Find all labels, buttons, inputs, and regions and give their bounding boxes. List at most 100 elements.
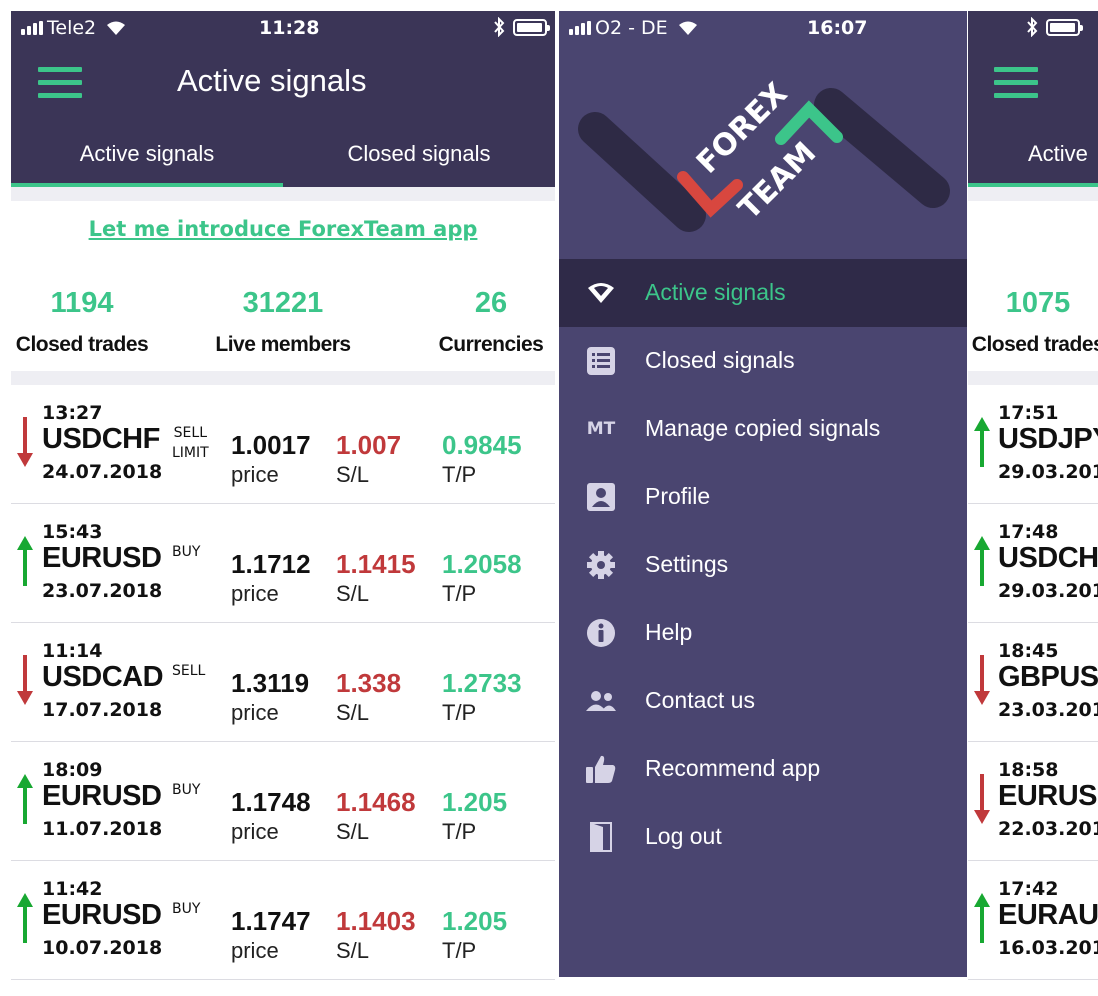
stop-loss-caption: S/L [336, 938, 370, 963]
arrow-up-icon [974, 536, 990, 586]
signal-time: 11:42 [42, 878, 103, 900]
take-profit-value: 1.205 [442, 787, 508, 817]
signal-row[interactable]: 17:48USDCHF 29.03.2018 [968, 504, 1098, 623]
arrow-down-icon [17, 655, 33, 705]
wifi-icon [107, 21, 126, 35]
signal-row[interactable]: 18:45GBPUSD 23.03.2018 [968, 623, 1098, 742]
status-right [1026, 17, 1083, 37]
currency-pair: USDCAD [42, 661, 164, 693]
order-type-line1: SELL [173, 425, 208, 441]
signal-row[interactable]: 17:42EURAUD 16.03.2018 [968, 861, 1098, 980]
menu-item-help[interactable]: Help [559, 599, 967, 667]
stop-loss-value: 1.007 [336, 430, 402, 460]
tab-active-signals[interactable]: Active [968, 119, 1098, 187]
take-profit-caption: T/P [442, 819, 477, 844]
stat-closed-trades: 1075 Closed trades [968, 287, 1098, 357]
stat-value: 31221 [242, 287, 324, 319]
signal-date: 16.03.2018 [998, 937, 1098, 959]
order-type-line1: SELL [172, 663, 206, 679]
tab-active-signals[interactable]: Active signals [11, 119, 283, 187]
signal-row[interactable]: 11:14 USDCAD 17.07.2018 SELL 1.3119 price 1.33… [11, 623, 555, 742]
stop-loss-caption: S/L [336, 700, 370, 725]
logo-graphic: FOREX TEAM [578, 76, 950, 232]
stop-loss-caption: S/L [336, 819, 370, 844]
arrow-up-icon [974, 893, 990, 943]
arrow-up-icon [17, 536, 33, 586]
price-value: 1.0017 [231, 430, 311, 460]
currency-pair: EURUSD [998, 780, 1098, 812]
take-profit-caption: T/P [442, 581, 477, 606]
price-value: 1.1747 [231, 906, 311, 936]
divider [11, 371, 555, 385]
stat-closed-trades: 1194 Closed trades [11, 287, 153, 357]
price-caption: price [231, 938, 279, 963]
order-type: SELL LIMIT [172, 423, 209, 463]
price-caption: price [231, 462, 279, 487]
menu-item-label: Profile [645, 483, 711, 509]
signal-time: 17:42 [998, 878, 1059, 900]
menu-item-recommend-app[interactable]: Recommend app [559, 735, 967, 803]
order-type-line2: LIMIT [172, 445, 209, 461]
signal-date: 17.07.2018 [42, 699, 163, 721]
take-profit-value: 1.2733 [442, 668, 522, 698]
stat-value: 1194 [50, 287, 114, 319]
arrow-up-icon [17, 893, 33, 943]
menu-item-active-signals[interactable]: Active signals [559, 259, 967, 327]
signal-row[interactable]: 18:09 EURUSD 11.07.2018 BUY 1.1748 price 1.146… [11, 742, 555, 861]
signal-row[interactable]: 17:51USDJPY 29.03.2018 [968, 385, 1098, 504]
list-icon [581, 345, 621, 377]
arrow-up-icon [17, 774, 33, 824]
menu-item-label: Log out [645, 823, 722, 849]
menu-item-label: Manage copied signals [645, 415, 881, 441]
battery-icon [1046, 18, 1083, 36]
order-type-line1: BUY [172, 544, 201, 560]
currency-pair: USDCHF [998, 542, 1098, 574]
intro-link[interactable]: Let me introduce ForexTeam app [11, 217, 555, 241]
menu-item-contact-us[interactable]: Contact us [559, 667, 967, 735]
menu-item-profile[interactable]: Profile [559, 463, 967, 531]
signal-row[interactable]: 13:27 USDCHF 24.07.2018 SELL LIMIT 1.0017 pric… [11, 385, 555, 504]
take-profit-value: 1.205 [442, 906, 508, 936]
active-signals-screen: Tele2 11:28 Active signals Active signal… [11, 11, 555, 996]
signal-row[interactable]: 15:43 EURUSD 23.07.2018 BUY 1.1712 price 1.141… [11, 504, 555, 623]
menu-item-label: Recommend app [645, 755, 821, 781]
battery-icon [513, 18, 550, 36]
signal-strength-icon [569, 21, 591, 35]
menu-item-closed-signals[interactable]: Closed signals [559, 327, 967, 395]
menu-item-settings[interactable]: Settings [559, 531, 967, 599]
wifi-icon [678, 21, 697, 35]
bluetooth-icon [494, 17, 505, 37]
stat-label: Currencies [438, 333, 544, 356]
stat-label: Closed trades [971, 333, 1098, 356]
order-type: BUY [172, 780, 200, 800]
signal-time: 18:58 [998, 759, 1059, 781]
status-bar: O2 - DE 16:07 [559, 11, 967, 45]
signal-strength-icon [21, 21, 43, 35]
signal-time: 13:27 [42, 402, 103, 424]
stop-loss-value: 1.338 [336, 668, 402, 698]
order-type: SELL [172, 661, 205, 681]
signal-date: 24.07.2018 [42, 461, 163, 483]
arrow-up-icon [974, 417, 990, 467]
stat-value: 26 [474, 287, 508, 319]
door-icon [581, 821, 621, 853]
signal-row[interactable]: 11:42 EURUSD 10.07.2018 BUY 1.1747 price 1.140… [11, 861, 555, 980]
status-bar [968, 11, 1098, 45]
price-value: 1.1712 [231, 549, 311, 579]
forex-team-logo: FOREX TEAM [559, 45, 967, 259]
mt-icon: MT [581, 413, 621, 445]
mt-icon-text: MT [586, 419, 616, 439]
menu-icon[interactable] [38, 67, 82, 99]
arrow-down-icon [974, 774, 990, 824]
gear-icon [581, 549, 621, 581]
signal-date: 23.07.2018 [42, 580, 163, 602]
menu-item-manage-copied-signals[interactable]: MT Manage copied signals [559, 395, 967, 463]
signal-row[interactable]: 18:58EURUSD 22.03.2018 [968, 742, 1098, 861]
carrier-name: Tele2 [47, 17, 97, 39]
menu-item-log-out[interactable]: Log out [559, 803, 967, 871]
stat-currencies: 26 Currencies [431, 287, 551, 357]
order-type-line1: BUY [172, 782, 201, 798]
signal-time: 15:43 [42, 521, 103, 543]
tab-closed-signals[interactable]: Closed signals [283, 119, 555, 187]
menu-icon[interactable] [994, 67, 1038, 99]
